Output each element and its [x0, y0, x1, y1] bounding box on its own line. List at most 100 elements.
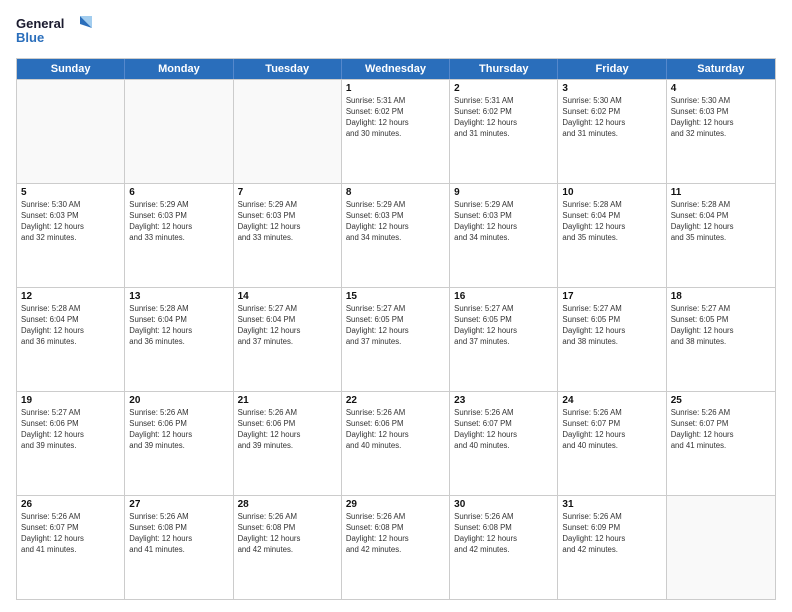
day-number: 29 — [346, 499, 445, 510]
day-info: Sunrise: 5:26 AMSunset: 6:07 PMDaylight:… — [454, 408, 553, 452]
header-day-monday: Monday — [125, 59, 233, 79]
calendar-row-3: 19 Sunrise: 5:27 AMSunset: 6:06 PMDayligh… — [17, 391, 775, 495]
calendar-cell — [125, 80, 233, 183]
day-number: 23 — [454, 395, 553, 406]
day-info: Sunrise: 5:26 AMSunset: 6:07 PMDaylight:… — [21, 512, 120, 556]
day-info: Sunrise: 5:28 AMSunset: 6:04 PMDaylight:… — [562, 200, 661, 244]
calendar-cell: 25 Sunrise: 5:26 AMSunset: 6:07 PMDayligh… — [667, 392, 775, 495]
calendar-body: 1 Sunrise: 5:31 AMSunset: 6:02 PMDaylight… — [17, 79, 775, 599]
header-day-sunday: Sunday — [17, 59, 125, 79]
calendar-cell: 28 Sunrise: 5:26 AMSunset: 6:08 PMDayligh… — [234, 496, 342, 599]
day-info: Sunrise: 5:26 AMSunset: 6:06 PMDaylight:… — [129, 408, 228, 452]
calendar-cell: 14Sunrise: 5:27 AMSunset: 6:04 PMDayligh… — [234, 288, 342, 391]
calendar-cell: 23 Sunrise: 5:26 AMSunset: 6:07 PMDayligh… — [450, 392, 558, 495]
day-number: 18 — [671, 291, 771, 302]
calendar-cell: 4 Sunrise: 5:30 AMSunset: 6:03 PMDaylight… — [667, 80, 775, 183]
day-number: 25 — [671, 395, 771, 406]
calendar-cell: 12 Sunrise: 5:28 AMSunset: 6:04 PMDayligh… — [17, 288, 125, 391]
day-number: 7 — [238, 187, 337, 198]
page: General Blue SundayMondayTuesdayWednesda… — [0, 0, 792, 612]
day-number: 31 — [562, 499, 661, 510]
day-number: 11 — [671, 187, 771, 198]
day-number: 13 — [129, 291, 228, 302]
day-number: 27 — [129, 499, 228, 510]
header: General Blue — [16, 12, 776, 52]
day-info: Sunrise: 5:26 AMSunset: 6:06 PMDaylight:… — [346, 408, 445, 452]
day-number: 17 — [562, 291, 661, 302]
day-number: 28 — [238, 499, 337, 510]
calendar-cell — [667, 496, 775, 599]
calendar-cell — [234, 80, 342, 183]
calendar-cell: 11 Sunrise: 5:28 AMSunset: 6:04 PMDayligh… — [667, 184, 775, 287]
day-info: Sunrise: 5:26 AMSunset: 6:08 PMDaylight:… — [129, 512, 228, 556]
day-info: Sunrise: 5:26 AMSunset: 6:08 PMDaylight:… — [454, 512, 553, 556]
calendar-row-2: 12 Sunrise: 5:28 AMSunset: 6:04 PMDayligh… — [17, 287, 775, 391]
day-info: Sunrise: 5:30 AMSunset: 6:03 PMDaylight:… — [21, 200, 120, 244]
day-number: 8 — [346, 187, 445, 198]
day-number: 22 — [346, 395, 445, 406]
calendar-cell: 21 Sunrise: 5:26 AMSunset: 6:06 PMDayligh… — [234, 392, 342, 495]
day-number: 12 — [21, 291, 120, 302]
day-number: 16 — [454, 291, 553, 302]
day-info: Sunrise: 5:30 AMSunset: 6:02 PMDaylight:… — [562, 96, 661, 140]
day-number: 19 — [21, 395, 120, 406]
calendar-cell: 6Sunrise: 5:29 AMSunset: 6:03 PMDaylight… — [125, 184, 233, 287]
day-info: Sunrise: 5:31 AMSunset: 6:02 PMDaylight:… — [346, 96, 445, 140]
calendar-row-4: 26Sunrise: 5:26 AMSunset: 6:07 PMDayligh… — [17, 495, 775, 599]
day-info: Sunrise: 5:26 AMSunset: 6:08 PMDaylight:… — [238, 512, 337, 556]
day-number: 14 — [238, 291, 337, 302]
day-info: Sunrise: 5:28 AMSunset: 6:04 PMDaylight:… — [129, 304, 228, 348]
day-info: Sunrise: 5:26 AMSunset: 6:09 PMDaylight:… — [562, 512, 661, 556]
calendar-cell — [17, 80, 125, 183]
header-day-saturday: Saturday — [667, 59, 775, 79]
calendar-cell: 8Sunrise: 5:29 AMSunset: 6:03 PMDaylight… — [342, 184, 450, 287]
calendar-cell: 16 Sunrise: 5:27 AMSunset: 6:05 PMDayligh… — [450, 288, 558, 391]
day-number: 4 — [671, 83, 771, 94]
calendar-cell: 15 Sunrise: 5:27 AMSunset: 6:05 PMDayligh… — [342, 288, 450, 391]
calendar-row-0: 1 Sunrise: 5:31 AMSunset: 6:02 PMDaylight… — [17, 79, 775, 183]
calendar-cell: 13 Sunrise: 5:28 AMSunset: 6:04 PMDayligh… — [125, 288, 233, 391]
calendar-row-1: 5 Sunrise: 5:30 AMSunset: 6:03 PMDaylight… — [17, 183, 775, 287]
day-info: Sunrise: 5:27 AMSunset: 6:05 PMDaylight:… — [346, 304, 445, 348]
day-info: Sunrise: 5:27 AMSunset: 6:05 PMDaylight:… — [562, 304, 661, 348]
calendar-cell: 9 Sunrise: 5:29 AMSunset: 6:03 PMDaylight… — [450, 184, 558, 287]
day-number: 15 — [346, 291, 445, 302]
calendar-cell: 2 Sunrise: 5:31 AMSunset: 6:02 PMDaylight… — [450, 80, 558, 183]
day-info: Sunrise: 5:27 AMSunset: 6:05 PMDaylight:… — [454, 304, 553, 348]
calendar-cell: 30 Sunrise: 5:26 AMSunset: 6:08 PMDayligh… — [450, 496, 558, 599]
day-info: Sunrise: 5:29 AMSunset: 6:03 PMDaylight:… — [454, 200, 553, 244]
day-info: Sunrise: 5:28 AMSunset: 6:04 PMDaylight:… — [21, 304, 120, 348]
day-number: 2 — [454, 83, 553, 94]
calendar: SundayMondayTuesdayWednesdayThursdayFrid… — [16, 58, 776, 600]
calendar-cell: 7Sunrise: 5:29 AMSunset: 6:03 PMDaylight… — [234, 184, 342, 287]
day-info: Sunrise: 5:29 AMSunset: 6:03 PMDaylight:… — [129, 200, 228, 244]
calendar-cell: 27 Sunrise: 5:26 AMSunset: 6:08 PMDayligh… — [125, 496, 233, 599]
day-info: Sunrise: 5:28 AMSunset: 6:04 PMDaylight:… — [671, 200, 771, 244]
day-number: 24 — [562, 395, 661, 406]
day-number: 30 — [454, 499, 553, 510]
calendar-cell: 10Sunrise: 5:28 AMSunset: 6:04 PMDayligh… — [558, 184, 666, 287]
day-info: Sunrise: 5:26 AMSunset: 6:08 PMDaylight:… — [346, 512, 445, 556]
day-info: Sunrise: 5:30 AMSunset: 6:03 PMDaylight:… — [671, 96, 771, 140]
day-info: Sunrise: 5:26 AMSunset: 6:06 PMDaylight:… — [238, 408, 337, 452]
day-number: 3 — [562, 83, 661, 94]
day-number: 9 — [454, 187, 553, 198]
calendar-cell: 26Sunrise: 5:26 AMSunset: 6:07 PMDayligh… — [17, 496, 125, 599]
header-day-wednesday: Wednesday — [342, 59, 450, 79]
header-day-tuesday: Tuesday — [234, 59, 342, 79]
day-number: 5 — [21, 187, 120, 198]
logo-svg: General Blue — [16, 12, 96, 52]
logo: General Blue — [16, 12, 96, 52]
calendar-cell: 19 Sunrise: 5:27 AMSunset: 6:06 PMDayligh… — [17, 392, 125, 495]
day-info: Sunrise: 5:27 AMSunset: 6:06 PMDaylight:… — [21, 408, 120, 452]
header-day-thursday: Thursday — [450, 59, 558, 79]
day-number: 21 — [238, 395, 337, 406]
day-info: Sunrise: 5:26 AMSunset: 6:07 PMDaylight:… — [671, 408, 771, 452]
calendar-cell: 29 Sunrise: 5:26 AMSunset: 6:08 PMDayligh… — [342, 496, 450, 599]
calendar-cell: 3 Sunrise: 5:30 AMSunset: 6:02 PMDaylight… — [558, 80, 666, 183]
day-number: 20 — [129, 395, 228, 406]
day-number: 1 — [346, 83, 445, 94]
calendar-cell: 1 Sunrise: 5:31 AMSunset: 6:02 PMDaylight… — [342, 80, 450, 183]
calendar-cell: 22 Sunrise: 5:26 AMSunset: 6:06 PMDayligh… — [342, 392, 450, 495]
day-info: Sunrise: 5:31 AMSunset: 6:02 PMDaylight:… — [454, 96, 553, 140]
